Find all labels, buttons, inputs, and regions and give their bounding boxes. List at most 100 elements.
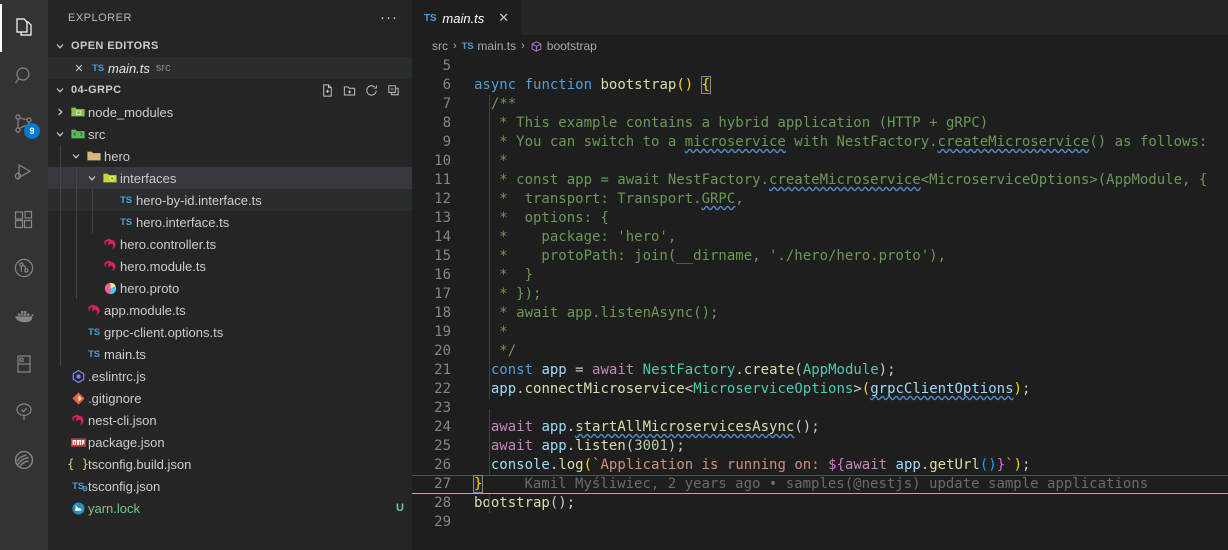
code-line-8[interactable]: 8 * This example contains a hybrid appli… bbox=[412, 114, 1228, 133]
code-line-10[interactable]: 10 * bbox=[412, 152, 1228, 171]
tree-file--eslintrc-js[interactable]: .eslintrc.js bbox=[48, 365, 412, 387]
code-text: * bbox=[474, 323, 508, 342]
code-text: * await app.listenAsync(); bbox=[474, 304, 719, 323]
tab-close-icon[interactable]: ✕ bbox=[490, 10, 511, 26]
tree-item-label: tsconfig.build.json bbox=[88, 456, 192, 472]
code-editor[interactable]: 5 6 async function bootstrap() {7 /** 8 * T… bbox=[412, 57, 1228, 550]
section-open-editors-header[interactable]: OPEN EDITORS bbox=[48, 35, 412, 57]
code-line-25[interactable]: 25 await app.listen(3001); bbox=[412, 437, 1228, 456]
activity-item-search[interactable] bbox=[0, 52, 48, 100]
code-text: */ bbox=[474, 342, 517, 361]
chevron-right-icon[interactable] bbox=[52, 104, 68, 120]
tree-file--gitignore[interactable]: .gitignore bbox=[48, 387, 412, 409]
code-line-26[interactable]: 26 console.log(`Application is running o… bbox=[412, 456, 1228, 475]
code-line-12[interactable]: 12 * transport: Transport.GRPC, bbox=[412, 190, 1228, 209]
tree-file-hero-proto[interactable]: hero.proto bbox=[48, 277, 412, 299]
tree-item-label: hero.controller.ts bbox=[120, 236, 217, 252]
tab-main-ts[interactable]: TS main.ts ✕ bbox=[412, 0, 523, 35]
activity-item-run-and-debug[interactable] bbox=[0, 148, 48, 196]
code-line-5[interactable]: 5 bbox=[412, 57, 1228, 76]
code-line-24[interactable]: 24 await app.startAllMicroservicesAsync(… bbox=[412, 418, 1228, 437]
activity-item-extensions[interactable] bbox=[0, 196, 48, 244]
line-number: 9 bbox=[442, 134, 451, 150]
proto-icon bbox=[100, 281, 120, 296]
code-line-29[interactable]: 29 bbox=[412, 513, 1228, 532]
activity-bar: 9 bbox=[0, 0, 48, 550]
tree-folder-src[interactable]: src bbox=[48, 123, 412, 145]
tree-file-tsconfig-build-json[interactable]: { } tsconfig.build.json bbox=[48, 453, 412, 475]
code-line-20[interactable]: 20 */ bbox=[412, 342, 1228, 361]
refresh-icon[interactable] bbox=[360, 79, 382, 101]
tree-item-label: .eslintrc.js bbox=[88, 368, 146, 384]
chevron-down-icon[interactable] bbox=[52, 126, 68, 142]
tree-file-grpc-client-options-ts[interactable]: TS grpc-client.options.ts bbox=[48, 321, 412, 343]
tree-item-label: hero.interface.ts bbox=[136, 214, 230, 230]
code-line-7[interactable]: 7 /** bbox=[412, 95, 1228, 114]
tree-folder-interfaces[interactable]: interfaces bbox=[48, 167, 412, 189]
tree-file-tsconfig-json[interactable]: TS ⚙ tsconfig.json bbox=[48, 475, 412, 497]
tree-file-hero-by-id-interface-ts[interactable]: TS hero-by-id.interface.ts bbox=[48, 189, 412, 211]
folder-icon bbox=[84, 148, 104, 164]
code-line-15[interactable]: 15 * protoPath: join(__dirname, './hero/… bbox=[412, 247, 1228, 266]
close-icon[interactable]: ✕ bbox=[70, 62, 88, 75]
code-line-11[interactable]: 11 * const app = await NestFactory.creat… bbox=[412, 171, 1228, 190]
breadcrumb-item-main-ts[interactable]: TS main.ts bbox=[462, 39, 516, 53]
collapse-all-icon[interactable] bbox=[382, 79, 404, 101]
tree-file-hero-controller-ts[interactable]: hero.controller.ts bbox=[48, 233, 412, 255]
activity-item-explorer[interactable] bbox=[0, 4, 48, 52]
open-editor-item-main-ts[interactable]: ✕ TS main.ts src bbox=[48, 57, 412, 79]
testing-beaker-icon bbox=[12, 400, 36, 424]
code-line-18[interactable]: 18 * await app.listenAsync(); bbox=[412, 304, 1228, 323]
nest-icon bbox=[100, 259, 120, 274]
code-line-14[interactable]: 14 * package: 'hero', bbox=[412, 228, 1228, 247]
activity-item-thunder-client[interactable] bbox=[0, 436, 48, 484]
code-line-9[interactable]: 9 * You can switch to a microservice wit… bbox=[412, 133, 1228, 152]
code-line-13[interactable]: 13 * options: { bbox=[412, 209, 1228, 228]
code-line-21[interactable]: 21 const app = await NestFactory.create(… bbox=[412, 361, 1228, 380]
sidebar-more-actions-icon[interactable]: ··· bbox=[380, 10, 404, 25]
tree-folder-hero[interactable]: hero bbox=[48, 145, 412, 167]
tree-file-hero-interface-ts[interactable]: TS hero.interface.ts bbox=[48, 211, 412, 233]
breadcrumb-item-src[interactable]: src bbox=[432, 39, 448, 53]
activity-item-gitlens[interactable] bbox=[0, 244, 48, 292]
code-line-23[interactable]: 23 bbox=[412, 399, 1228, 428]
activity-item-remote-explorer[interactable] bbox=[0, 340, 48, 388]
activity-item-testing[interactable] bbox=[0, 388, 48, 436]
line-number: 14 bbox=[434, 229, 451, 245]
tree-folder-node-modules[interactable]: node_modules bbox=[48, 101, 412, 123]
line-number: 25 bbox=[434, 438, 451, 454]
code-line-28[interactable]: 28 bootstrap(); bbox=[412, 494, 1228, 513]
code-line-6[interactable]: 6 async function bootstrap() { bbox=[412, 76, 1228, 95]
run-debug-icon bbox=[12, 160, 36, 184]
tree-file-yarn-lock[interactable]: yarn.lock U bbox=[48, 497, 412, 519]
symbol-function-icon bbox=[530, 40, 543, 53]
tree-file-app-module-ts[interactable]: app.module.ts bbox=[48, 299, 412, 321]
line-number: 7 bbox=[442, 96, 451, 112]
code-line-27[interactable]: 27} Kamil Myśliwiec, 2 years ago • sample… bbox=[412, 475, 1228, 494]
activity-item-docker[interactable] bbox=[0, 292, 48, 340]
tree-file-main-ts[interactable]: TS main.ts bbox=[48, 343, 412, 365]
chevron-down-icon[interactable] bbox=[84, 170, 100, 186]
tree-file-nest-cli-json[interactable]: nest-cli.json bbox=[48, 409, 412, 431]
tree-file-package-json[interactable]: package.json bbox=[48, 431, 412, 453]
files-icon bbox=[12, 16, 36, 40]
tree-item-label: tsconfig.json bbox=[88, 478, 161, 494]
code-text: * }); bbox=[474, 285, 542, 304]
folder-src-icon bbox=[68, 126, 88, 142]
code-line-22[interactable]: 22 app.connectMicroservice<MicroserviceO… bbox=[412, 380, 1228, 399]
code-text: const app = await NestFactory.create(App… bbox=[489, 361, 896, 380]
tree-file-hero-module-ts[interactable]: hero.module.ts bbox=[48, 255, 412, 277]
code-line-17[interactable]: 17 * }); bbox=[412, 285, 1228, 304]
line-number: 15 bbox=[434, 248, 451, 264]
new-file-icon[interactable] bbox=[316, 79, 338, 101]
line-number: 27 bbox=[434, 476, 451, 492]
code-line-16[interactable]: 16 * } bbox=[412, 266, 1228, 285]
activity-item-source-control[interactable]: 9 bbox=[0, 100, 48, 148]
ts-icon: TS bbox=[92, 62, 104, 74]
section-workspace-header[interactable]: 04-GRPC bbox=[48, 79, 412, 101]
git-icon bbox=[68, 391, 88, 406]
new-folder-icon[interactable] bbox=[338, 79, 360, 101]
breadcrumb-item-bootstrap[interactable]: bootstrap bbox=[530, 39, 597, 53]
chevron-down-icon[interactable] bbox=[68, 148, 84, 164]
code-line-19[interactable]: 19 * bbox=[412, 323, 1228, 342]
